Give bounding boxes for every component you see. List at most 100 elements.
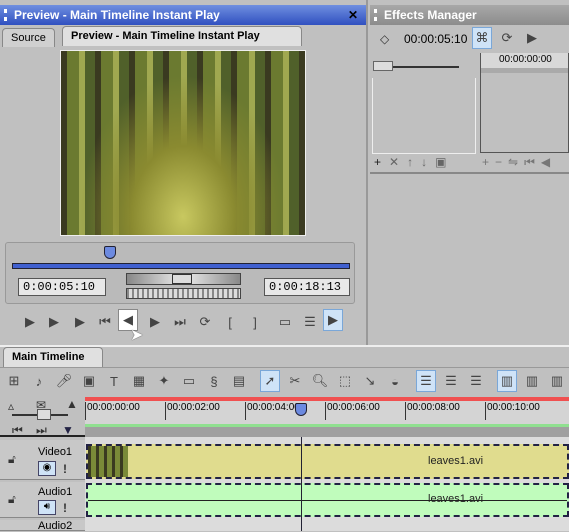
timeline-ruler[interactable]: 00:00:00:00 00:00:02:00 00:00:04:00 00:00:0… [85, 397, 569, 427]
loop-icon[interactable]: ⟳ [195, 311, 215, 333]
add-image-button[interactable]: ▣ [79, 370, 99, 392]
effects-timecode: 00:00:05:10 [404, 32, 468, 46]
jog-wheel[interactable] [126, 288, 241, 299]
exclamation-icon[interactable]: ! [63, 501, 67, 515]
mark-out-button[interactable]: ] [245, 311, 265, 333]
move-up-button[interactable]: ↑ [407, 155, 421, 169]
playhead-line [301, 437, 302, 531]
add-clip-button[interactable]: ▤ [229, 370, 249, 392]
tab-preview[interactable]: Preview - Main Timeline Instant Play [62, 26, 302, 46]
play-in-out-button[interactable]: ▶ [44, 311, 64, 333]
add-video-button[interactable]: ⊞ [4, 370, 24, 392]
lock-icon[interactable]: 🔓︎ [8, 492, 16, 507]
swap-keyframe-button[interactable]: ⇋ [508, 155, 524, 169]
remove-keyframe-button[interactable]: − [495, 155, 508, 169]
link-button[interactable]: ⌘ [472, 27, 492, 49]
safe-area-button[interactable]: ▭ [275, 311, 295, 333]
razor-button[interactable]: ✂ [285, 370, 305, 392]
tab-source[interactable]: Source [2, 28, 55, 47]
play-button[interactable]: ▶ [20, 311, 40, 333]
add-dvd-button[interactable]: ▭ [179, 370, 199, 392]
next-frame-button[interactable]: ▶ [145, 311, 165, 333]
keyframe-icon[interactable]: ◇ [380, 32, 389, 46]
track-header-controls: ▵ ✉ ▲ ⏮ ⏭ ▼ [0, 397, 85, 437]
prev-keyframe-button[interactable]: ◀ [541, 155, 556, 169]
go-end-button[interactable]: ⏭ [170, 311, 190, 333]
add-audio-button[interactable]: ♪ [29, 370, 49, 392]
effects-ruler-label: 00:00:00:00 [499, 54, 552, 65]
track-name: Video1 [38, 446, 73, 458]
add-narration-button[interactable]: 🎤︎ [54, 370, 74, 392]
effects-zoom-slider[interactable] [373, 61, 459, 71]
play-button[interactable]: ▶ [522, 27, 542, 49]
play-to-end-button[interactable]: ▶ [70, 311, 90, 333]
layout-3-button[interactable]: ▥ [547, 370, 567, 392]
ruler-label: 00:00:10:00 [485, 402, 540, 420]
lock-icon[interactable]: 🔓︎ [8, 452, 16, 467]
clip-label: leaves1.avi [428, 455, 484, 467]
current-timecode[interactable]: 0:00:05:10 [18, 278, 106, 296]
add-transition-button[interactable]: § [204, 370, 224, 392]
view-2-button[interactable]: ☰ [441, 370, 461, 392]
effects-title: Effects Manager [384, 8, 477, 22]
layout-1-button[interactable]: ▥ [497, 370, 517, 392]
go-start-button[interactable]: ⏮ [95, 311, 115, 333]
instant-play-button[interactable]: ▶ [323, 309, 343, 331]
first-keyframe-button[interactable]: ⏮ [524, 155, 541, 169]
preview-panel: Preview - Main Timeline Instant Play ✕ So… [0, 0, 368, 345]
ruler-label: 00:00:08:00 [405, 402, 460, 420]
speaker-icon[interactable]: 🔊︎ [38, 500, 56, 515]
video-frame [60, 50, 306, 236]
add-color-button[interactable]: ▦ [129, 370, 149, 392]
properties-button[interactable]: ▣ [435, 155, 454, 169]
track-name: Audio1 [38, 486, 73, 498]
effects-ruler: 00:00:00:00 [480, 53, 569, 153]
add-keyframe-button[interactable]: + [482, 155, 495, 169]
clip-video-leaves1[interactable]: leaves1.avi [86, 444, 569, 479]
preview-title-bar: Preview - Main Timeline Instant Play ✕ [0, 5, 366, 25]
mark-in-button[interactable]: [ [220, 311, 240, 333]
zoom-out-icon[interactable]: ▵ [8, 399, 14, 413]
close-icon[interactable]: ✕ [348, 8, 358, 22]
zoom-in-icon[interactable]: ▲ [66, 397, 78, 411]
effects-list[interactable] [372, 78, 476, 154]
scrub-bar[interactable] [12, 263, 350, 269]
meter-button[interactable]: ◒ [385, 370, 405, 392]
loop-button[interactable]: ⟳ [497, 27, 517, 49]
marquee-button[interactable]: ⬚ [335, 370, 355, 392]
tab-main-timeline[interactable]: Main Timeline [3, 347, 103, 367]
preview-title: Preview - Main Timeline Instant Play [14, 8, 220, 22]
add-effect-button[interactable]: + [374, 155, 389, 169]
select-button[interactable]: ➚ [260, 370, 280, 392]
next-edit-icon[interactable]: ⏭ [36, 423, 47, 438]
clip-thumbnail [88, 446, 128, 477]
view-1-button[interactable]: ☰ [416, 370, 436, 392]
slip-button[interactable]: ↘ [360, 370, 380, 392]
view-3-button[interactable]: ☰ [466, 370, 486, 392]
move-down-button[interactable]: ↓ [421, 155, 435, 169]
marker-icon[interactable]: ▼ [62, 423, 74, 437]
duration-timecode: 0:00:18:13 [264, 278, 350, 296]
playhead-handle[interactable] [295, 403, 307, 416]
effects-title-bar: Effects Manager [370, 5, 569, 25]
layout-2-button[interactable]: ▥ [522, 370, 542, 392]
add-effect-button[interactable]: ✦ [154, 370, 174, 392]
ruler-label: 00:00:02:00 [165, 402, 220, 420]
eye-icon[interactable]: ◉ [38, 461, 56, 476]
timeline-toolbar: ⊞ ♪ 🎤︎ ▣ T ▦ ✦ ▭ § ▤ ➚ ✂ 🔍︎ ⬚ ↘ ◒ ☰ ☰ ☰ ▥ ▥ ▥ [0, 367, 569, 395]
track-header-audio1: 🔓︎ Audio1 🔊︎ ! [0, 482, 85, 518]
add-title-button[interactable]: T [104, 370, 124, 392]
delete-effect-button[interactable]: ✕ [389, 155, 407, 169]
effects-panel: Effects Manager ◇ 00:00:05:10 ⌘ ⟳ ▶ 00:0… [370, 0, 569, 345]
zoom-button[interactable]: 🔍︎ [310, 370, 330, 392]
clip-audio-leaves1[interactable]: leaves1.avi [86, 483, 569, 517]
prev-edit-icon[interactable]: ⏮ [12, 423, 23, 438]
track-name: Audio2 [38, 520, 73, 532]
timeline-zoom-slider[interactable] [12, 409, 68, 420]
ruler-label: 00:00:04:00 [245, 402, 300, 420]
ruler-label: 00:00:00:00 [85, 402, 140, 420]
shuttle-slider[interactable] [126, 273, 241, 285]
info-button[interactable]: ☰ [300, 311, 320, 333]
exclamation-icon[interactable]: ! [63, 462, 67, 476]
scrub-handle[interactable] [104, 246, 117, 259]
